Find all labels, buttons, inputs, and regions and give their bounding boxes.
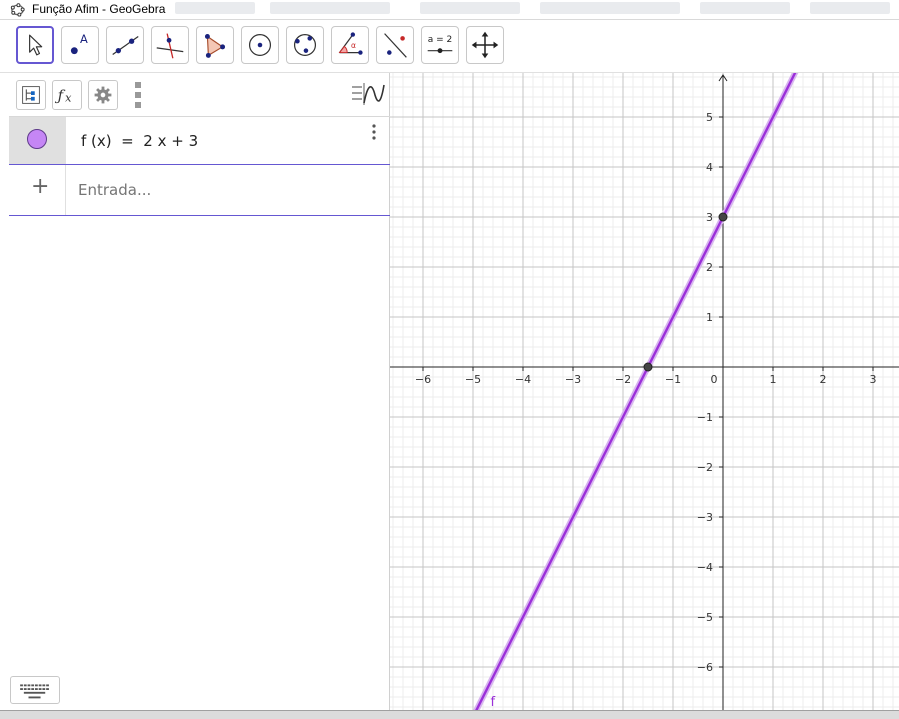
y-tick-label: 4 — [706, 161, 713, 174]
polygon-tool-button[interactable] — [196, 26, 234, 64]
graphics-view[interactable]: −6 −5 −4 −3 −2 −1 0 1 2 3 5 4 3 2 1 −1 −2 −3 −4 −5 −6 f — [390, 73, 899, 710]
circle-three-points-tool-button[interactable] — [286, 26, 324, 64]
y-tick-label: 3 — [706, 211, 713, 224]
title-bar: Função Afim - GeoGebra — [0, 0, 899, 20]
cursor-arrow-icon — [29, 34, 43, 56]
move-tool-button[interactable] — [16, 26, 54, 64]
move-arrows-icon — [471, 31, 499, 59]
algebra-header: ƒ x — [0, 73, 390, 116]
circle-center-tool-button[interactable] — [241, 26, 279, 64]
taskbar-blur — [420, 2, 520, 14]
x-tick-label: −6 — [415, 373, 431, 386]
fx-icon: ƒ x — [55, 87, 72, 105]
x-tick-label: −1 — [665, 373, 681, 386]
angle-tool-button[interactable]: α — [331, 26, 369, 64]
taskbar-blur — [175, 2, 255, 14]
svg-text:ƒ: ƒ — [55, 87, 66, 105]
y-tick-label: −5 — [697, 611, 713, 624]
x-tick-label: 1 — [770, 373, 777, 386]
description-button[interactable]: ƒ x — [52, 80, 82, 110]
x-tick-label: −5 — [465, 373, 481, 386]
y-tick-label: 2 — [706, 261, 713, 274]
svg-text:a = 2: a = 2 — [428, 35, 453, 45]
algebra-view: ƒ x f (x) = 2 x + 3 + Entrada... — [0, 73, 390, 718]
line-tool-button[interactable] — [106, 26, 144, 64]
x-tick-label: −4 — [515, 373, 531, 386]
intersection-point — [643, 362, 653, 372]
gear-icon — [94, 86, 112, 104]
window-title: Função Afim - GeoGebra — [32, 2, 166, 16]
taskbar-blur — [700, 2, 790, 14]
x-tick-label: −2 — [615, 373, 631, 386]
circle-three-points-icon — [293, 33, 317, 57]
y-tick-label: 1 — [706, 311, 713, 324]
x-tick-label: 2 — [820, 373, 827, 386]
move-graphics-view-tool-button[interactable] — [466, 26, 504, 64]
graphics-view-toggle-icon[interactable] — [350, 81, 386, 107]
grid — [390, 73, 899, 710]
graphics-canvas[interactable]: −6 −5 −4 −3 −2 −1 0 1 2 3 5 4 3 2 1 −1 −2 −3 −4 −5 −6 f — [390, 73, 899, 710]
function-formula[interactable]: f (x) = 2 x + 3 — [81, 132, 198, 150]
y-tick-label: −3 — [697, 511, 713, 524]
y-tick-label: −1 — [697, 411, 713, 424]
keyboard-button[interactable] — [10, 676, 60, 704]
svg-text:x: x — [65, 92, 72, 105]
taskbar-blur — [270, 2, 390, 14]
svg-text:A: A — [80, 32, 88, 46]
drag-handle-icon[interactable] — [133, 80, 143, 110]
settings-button[interactable] — [88, 80, 118, 110]
circle-center-icon — [248, 33, 272, 57]
line-icon — [112, 35, 139, 55]
more-vertical-icon[interactable] — [369, 123, 379, 143]
function-line-f — [475, 73, 797, 710]
toolbar: A α a = 2 — [0, 20, 899, 73]
taskbar-blur — [810, 2, 890, 14]
visibility-toggle[interactable] — [9, 117, 66, 164]
perpendicular-line-tool-button[interactable] — [151, 26, 189, 64]
intersection-point — [718, 212, 728, 222]
x-tick-label: 0 — [711, 373, 718, 386]
plus-icon[interactable]: + — [31, 175, 49, 199]
geogebra-logo-icon — [10, 3, 25, 17]
y-tick-label: −4 — [697, 561, 713, 574]
add-item-cell[interactable]: + — [9, 165, 66, 215]
x-tick-label: −3 — [565, 373, 581, 386]
function-label: f — [491, 695, 496, 710]
y-tick-label: −2 — [697, 461, 713, 474]
visibility-marble-icon[interactable] — [27, 129, 47, 149]
polygon-icon — [204, 34, 226, 58]
keyboard-icon — [20, 684, 49, 699]
slider-icon: a = 2 — [427, 35, 453, 54]
x-tick-label: 3 — [870, 373, 877, 386]
slider-tool-button[interactable]: a = 2 — [421, 26, 459, 64]
taskbar-blur — [540, 2, 680, 14]
tree-sort-icon — [22, 86, 40, 104]
point-tool-button[interactable]: A — [61, 26, 99, 64]
algebra-input-field[interactable] — [78, 181, 368, 199]
svg-text:α: α — [351, 41, 356, 50]
perpendicular-line-icon — [156, 33, 184, 59]
y-tick-label: 5 — [706, 111, 713, 124]
sort-button[interactable] — [16, 80, 46, 110]
y-tick-label: −6 — [697, 661, 713, 674]
algebra-item-f[interactable]: f (x) = 2 x + 3 — [9, 116, 390, 165]
point-icon: A — [70, 32, 88, 55]
reflect-tool-button[interactable] — [376, 26, 414, 64]
angle-icon: α — [338, 32, 363, 55]
algebra-input-row[interactable]: + — [9, 165, 390, 216]
reflect-about-line-icon — [384, 33, 407, 58]
